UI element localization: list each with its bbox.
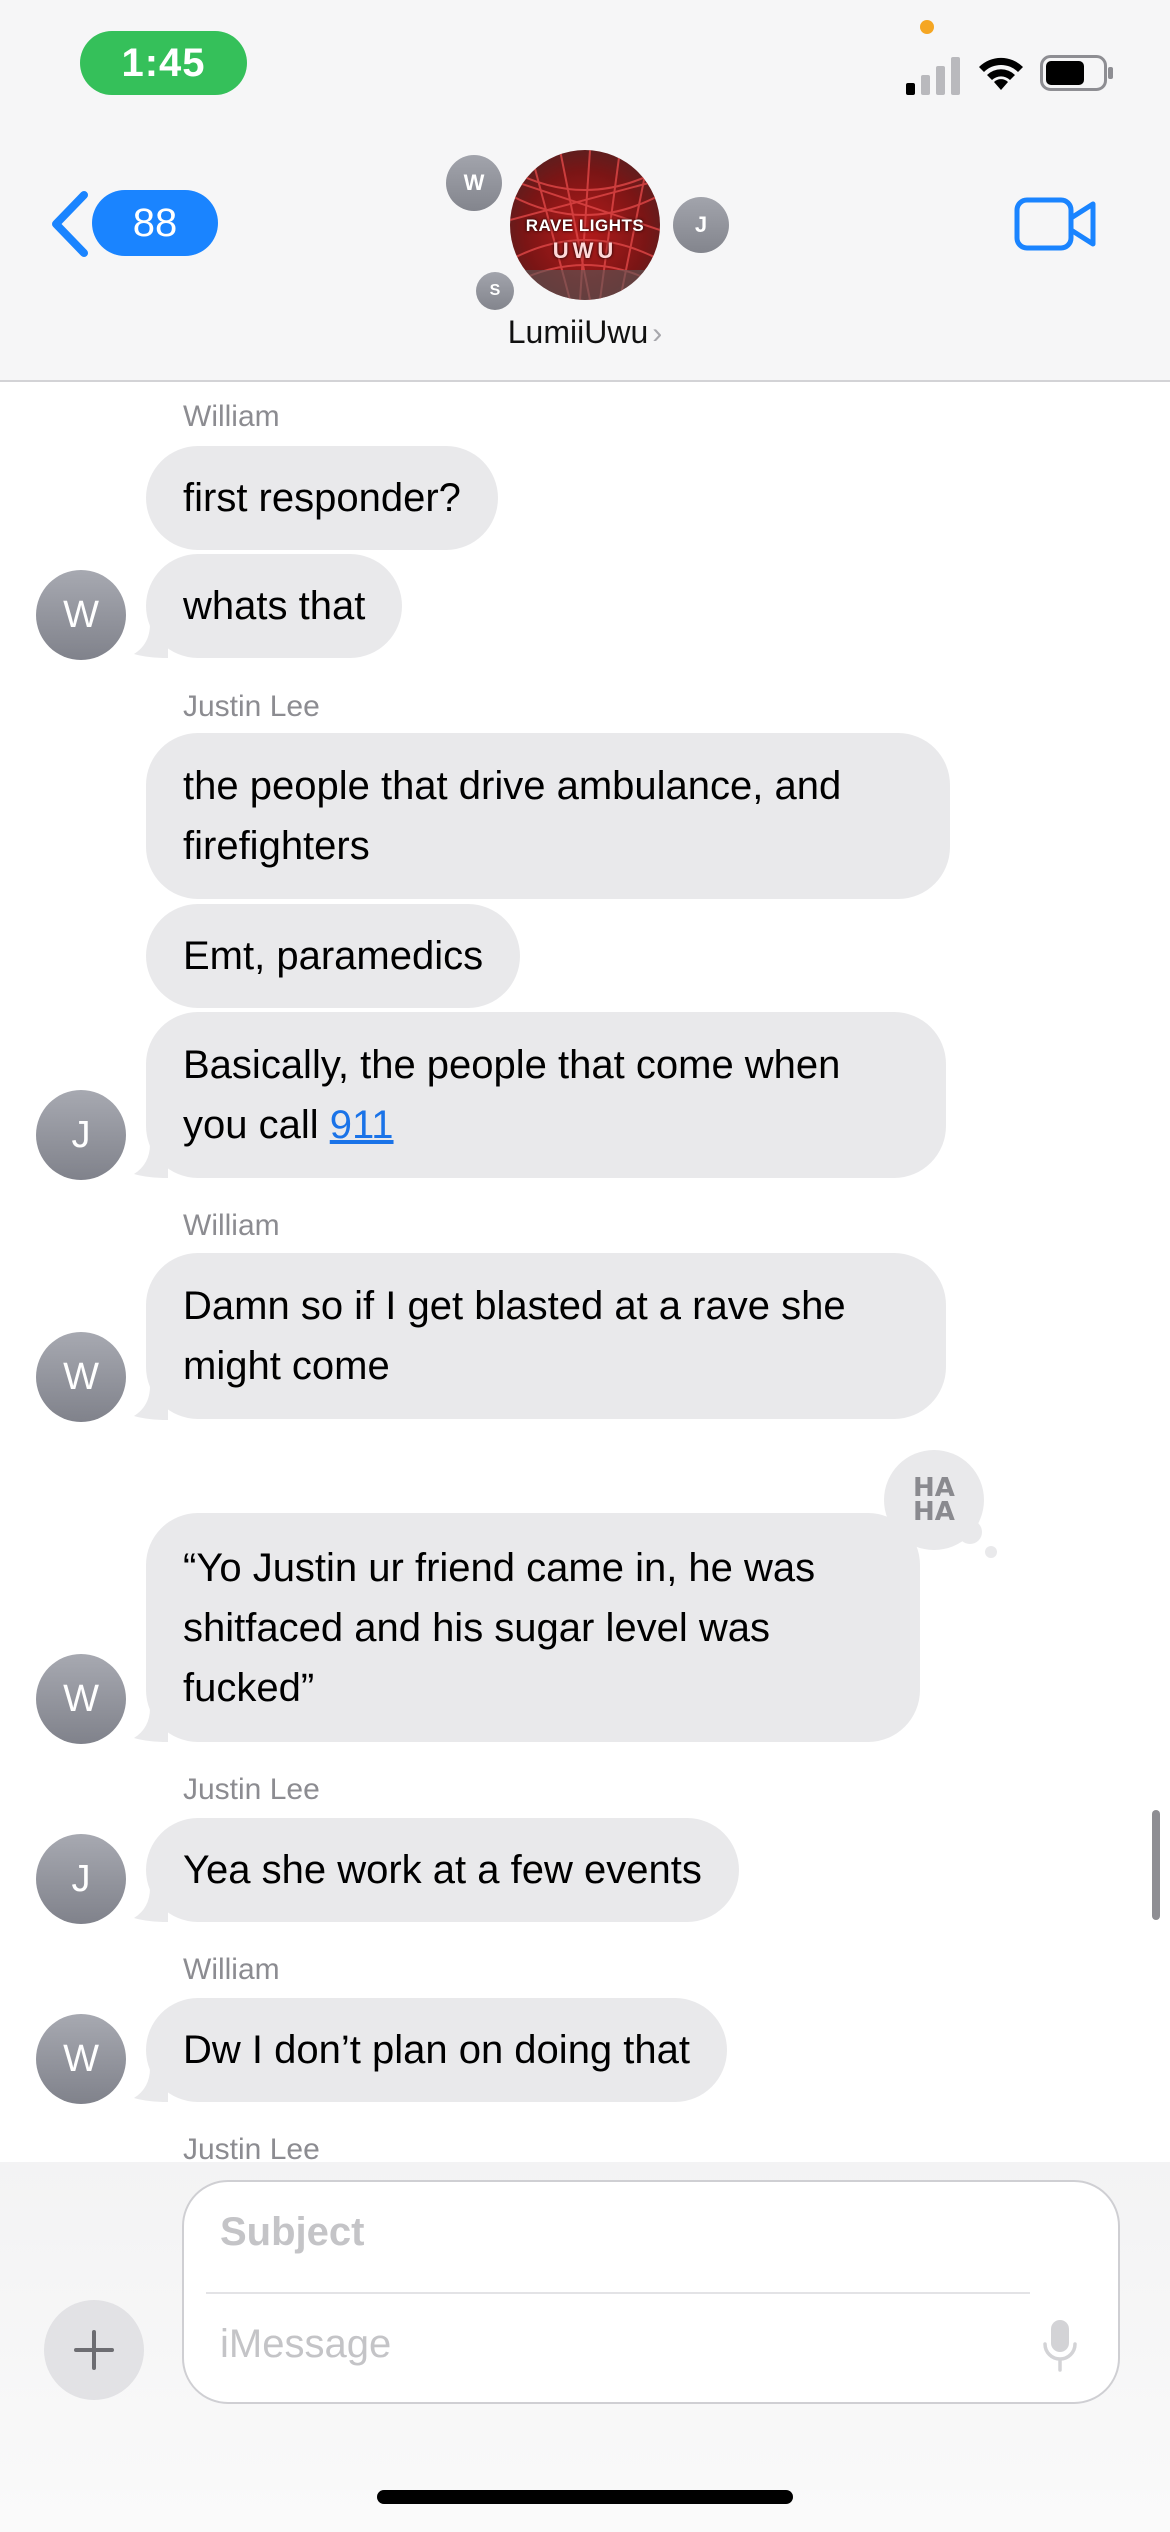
member-avatar-j[interactable]: J bbox=[673, 197, 729, 253]
divider bbox=[206, 2292, 1030, 2294]
message-text: Yea she work at a few events bbox=[183, 1848, 702, 1892]
bubble-tail bbox=[134, 2068, 168, 2102]
member-avatar-s[interactable]: S bbox=[476, 272, 514, 310]
message-text: Emt, paramedics bbox=[183, 934, 484, 978]
phone-number-link[interactable]: 911 bbox=[330, 1103, 394, 1147]
bubble-tail bbox=[134, 1144, 168, 1178]
signal-icon bbox=[906, 57, 960, 95]
tapback-line: HA bbox=[913, 1497, 955, 1527]
group-name[interactable]: LumiiUwu › bbox=[0, 314, 1170, 351]
message-text-line: Basically, the people that come when bbox=[183, 1043, 841, 1087]
group-name-label: LumiiUwu bbox=[507, 314, 649, 350]
message-bubble[interactable]: Emt, paramedics bbox=[146, 904, 521, 1008]
group-avatar-line2: UWU bbox=[552, 238, 618, 263]
avatar[interactable]: W bbox=[36, 1332, 126, 1422]
message-bubble[interactable]: “Yo Justin ur friend came in, he was shi… bbox=[146, 1513, 920, 1742]
home-indicator[interactable] bbox=[377, 2490, 793, 2504]
message-text-line: the people that drive ambulance, and bbox=[183, 764, 842, 808]
sender-name: William bbox=[183, 1953, 280, 1986]
subject-field[interactable]: Subject bbox=[220, 2210, 364, 2255]
sender-name: William bbox=[183, 1209, 280, 1242]
microphone-icon[interactable] bbox=[1040, 2316, 1080, 2376]
status-time[interactable]: 1:45 bbox=[80, 31, 247, 95]
message-text-line: Damn so if I get blasted at a rave she bbox=[183, 1284, 846, 1328]
message-text: first responder? bbox=[183, 476, 461, 520]
message-bubble[interactable]: Dw I don’t plan on doing that bbox=[146, 1998, 728, 2102]
sender-name: Justin Lee bbox=[183, 690, 320, 723]
privacy-indicator-dot bbox=[920, 20, 934, 34]
battery-icon bbox=[1040, 55, 1113, 91]
message-text-line: you call 911 bbox=[183, 1095, 394, 1155]
member-avatar-w[interactable]: W bbox=[446, 155, 502, 211]
wifi-icon bbox=[979, 57, 1023, 90]
sender-name: William bbox=[183, 400, 280, 433]
message-bubble[interactable]: Basically, the people that come when you… bbox=[146, 1012, 946, 1178]
bubble-tail bbox=[134, 1386, 168, 1420]
bubble-tail bbox=[134, 1708, 168, 1742]
message-text-line: shitfaced and his sugar level was bbox=[183, 1605, 770, 1650]
avatar[interactable]: J bbox=[36, 1090, 126, 1180]
avatar[interactable]: W bbox=[36, 2014, 126, 2104]
unread-count-badge: 88 bbox=[92, 190, 218, 256]
message-text-line: fucked” bbox=[183, 1665, 315, 1710]
message-text-line: might come bbox=[183, 1344, 390, 1388]
message-text: whats that bbox=[183, 584, 366, 628]
message-text-line: firefighters bbox=[183, 824, 370, 868]
back-chevron-icon bbox=[52, 191, 88, 257]
plus-icon bbox=[74, 2330, 114, 2370]
message-bubble[interactable]: the people that drive ambulance, and fir… bbox=[146, 733, 950, 899]
bubble-tail bbox=[134, 1888, 168, 1922]
tapback-tail-dot bbox=[958, 1520, 982, 1544]
message-bubble[interactable]: whats that bbox=[146, 554, 403, 658]
avatar[interactable]: W bbox=[36, 1654, 126, 1744]
avatar[interactable]: W bbox=[36, 570, 126, 660]
message-bubble[interactable]: first responder? bbox=[146, 446, 498, 550]
scroll-indicator[interactable] bbox=[1152, 1810, 1160, 1920]
plus-button[interactable] bbox=[44, 2300, 144, 2400]
message-text: you call bbox=[183, 1103, 330, 1147]
avatar[interactable]: J bbox=[36, 1834, 126, 1924]
chevron-right-icon: › bbox=[652, 317, 663, 350]
message-composer[interactable]: Subject iMessage bbox=[182, 2180, 1120, 2404]
imessage-input[interactable]: iMessage bbox=[220, 2322, 391, 2367]
bubble-tail bbox=[134, 624, 168, 658]
back-button[interactable]: 88 bbox=[48, 186, 218, 262]
sender-name: Justin Lee bbox=[183, 1773, 320, 1806]
group-avatar[interactable]: RAVE LIGHTS UWU bbox=[510, 150, 660, 300]
message-text-line: “Yo Justin ur friend came in, he was bbox=[183, 1545, 816, 1590]
tapback-tail-dot bbox=[985, 1546, 997, 1558]
message-bubble[interactable]: Damn so if I get blasted at a rave she m… bbox=[146, 1253, 946, 1419]
message-bubble[interactable]: Yea she work at a few events bbox=[146, 1818, 739, 1922]
conversation-header: 1:45 88 W RAVE LIGHTS UWU J S LumiiUwu › bbox=[0, 0, 1170, 382]
message-text: Dw I don’t plan on doing that bbox=[183, 2028, 691, 2072]
group-avatar-line1: RAVE LIGHTS bbox=[525, 216, 645, 235]
facetime-video-icon[interactable] bbox=[1014, 196, 1096, 252]
